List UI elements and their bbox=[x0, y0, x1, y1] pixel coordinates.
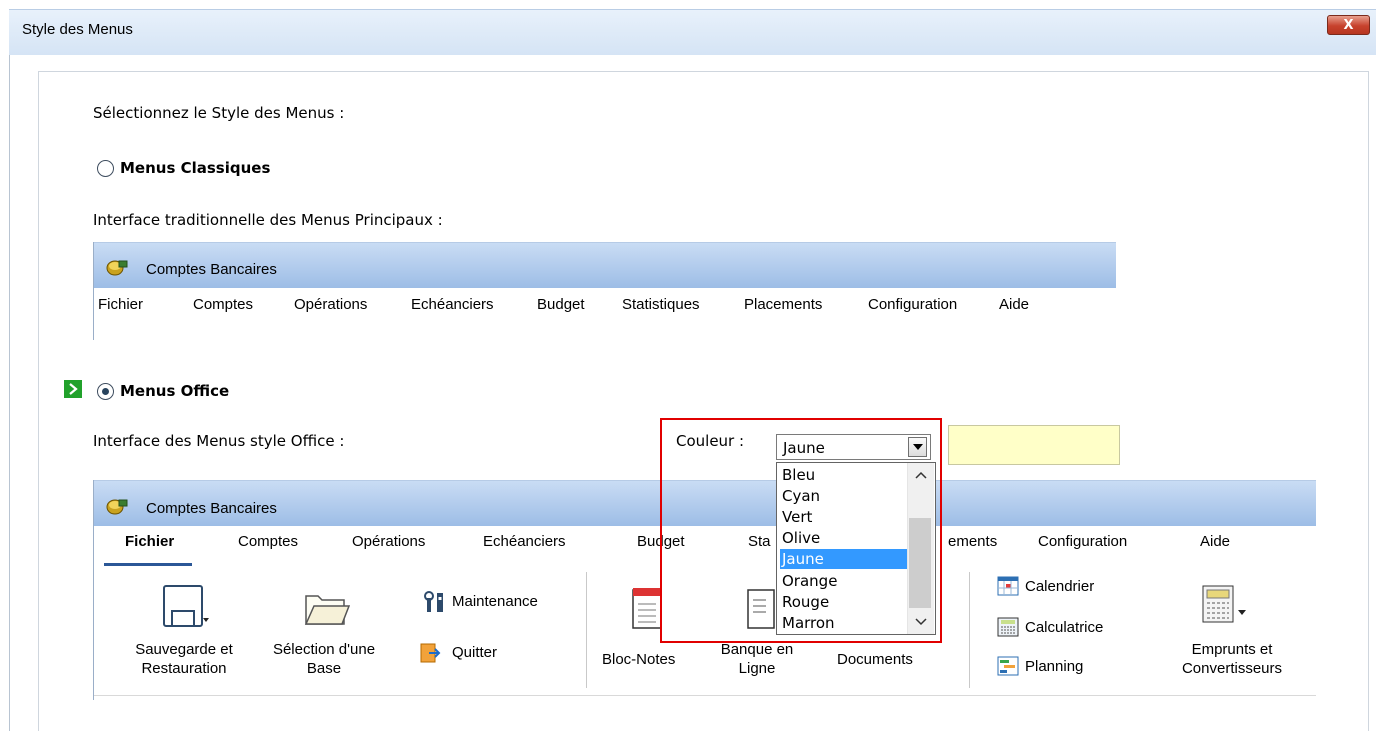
app-icon bbox=[106, 260, 128, 276]
tab-echeanciers[interactable]: Echéanciers bbox=[483, 533, 566, 550]
online-bank-label[interactable]: Banque en Ligne bbox=[712, 640, 802, 678]
radio-classic[interactable] bbox=[97, 160, 114, 177]
calculator-label[interactable]: Calculatrice bbox=[1025, 618, 1103, 637]
calendar-label[interactable]: Calendrier bbox=[1025, 577, 1094, 596]
planning-icon[interactable] bbox=[997, 656, 1019, 676]
tab-placements[interactable]: ements bbox=[948, 533, 997, 550]
notepad-icon[interactable] bbox=[631, 584, 663, 630]
maintenance-icon[interactable] bbox=[424, 591, 446, 613]
select-base-label[interactable]: Sélection d'une Base bbox=[264, 640, 384, 678]
save-restore-label[interactable]: Sauvegarde et Restauration bbox=[119, 640, 249, 678]
classic-menu-operations[interactable]: Opérations bbox=[294, 296, 367, 313]
tab-aide[interactable]: Aide bbox=[1200, 533, 1230, 550]
tab-configuration[interactable]: Configuration bbox=[1038, 533, 1127, 550]
loans-converters-label[interactable]: Emprunts et Convertisseurs bbox=[1157, 640, 1307, 678]
classic-menu-placements[interactable]: Placements bbox=[744, 296, 822, 313]
close-button[interactable]: X bbox=[1327, 15, 1370, 35]
maintenance-label[interactable]: Maintenance bbox=[452, 592, 538, 611]
calculator-icon[interactable] bbox=[997, 617, 1019, 637]
classic-menu-configuration[interactable]: Configuration bbox=[868, 296, 957, 313]
calendar-icon[interactable] bbox=[997, 576, 1019, 596]
radio-classic-label[interactable]: Menus Classiques bbox=[120, 159, 270, 177]
quit-label[interactable]: Quitter bbox=[452, 643, 497, 662]
radio-office[interactable] bbox=[97, 383, 114, 400]
quit-icon[interactable] bbox=[419, 642, 441, 664]
classic-preview-title: Comptes Bancaires bbox=[146, 261, 277, 278]
classic-menu-budget[interactable]: Budget bbox=[537, 296, 585, 313]
loans-calculator-icon[interactable] bbox=[1201, 584, 1249, 626]
radio-office-label[interactable]: Menus Office bbox=[120, 382, 229, 400]
notepad-label[interactable]: Bloc-Notes bbox=[602, 650, 675, 669]
classic-preview: Comptes Bancaires Fichier Comptes Opérat… bbox=[93, 242, 1116, 340]
documents-label[interactable]: Documents bbox=[837, 650, 913, 669]
ribbon-separator bbox=[969, 572, 970, 688]
window-title: Style des Menus bbox=[22, 21, 133, 38]
classic-menu-comptes[interactable]: Comptes bbox=[193, 296, 253, 313]
planning-label[interactable]: Planning bbox=[1025, 657, 1083, 676]
tab-comptes[interactable]: Comptes bbox=[238, 533, 298, 550]
current-selection-arrow-icon bbox=[64, 380, 82, 398]
classic-menu-echeanciers[interactable]: Echéanciers bbox=[411, 296, 494, 313]
classic-menu-fichier[interactable]: Fichier bbox=[98, 296, 143, 313]
ribbon-separator bbox=[586, 572, 587, 688]
tab-fichier[interactable]: Fichier bbox=[125, 533, 174, 550]
open-folder-icon[interactable] bbox=[304, 590, 350, 628]
color-preview-swatch bbox=[948, 425, 1120, 465]
office-preview-title: Comptes Bancaires bbox=[146, 500, 277, 517]
save-icon[interactable] bbox=[162, 584, 212, 630]
intro-text: Sélectionnez le Style des Menus : bbox=[93, 104, 345, 122]
highlight-box bbox=[660, 418, 942, 643]
classic-menu-aide[interactable]: Aide bbox=[999, 296, 1029, 313]
app-icon bbox=[106, 499, 128, 515]
window-titlebar bbox=[9, 9, 1376, 55]
classic-menu-statistiques[interactable]: Statistiques bbox=[622, 296, 700, 313]
classic-description: Interface traditionnelle des Menus Princ… bbox=[93, 211, 443, 229]
office-description: Interface des Menus style Office : bbox=[93, 432, 345, 450]
tab-operations[interactable]: Opérations bbox=[352, 533, 425, 550]
window-left-border bbox=[9, 55, 10, 731]
